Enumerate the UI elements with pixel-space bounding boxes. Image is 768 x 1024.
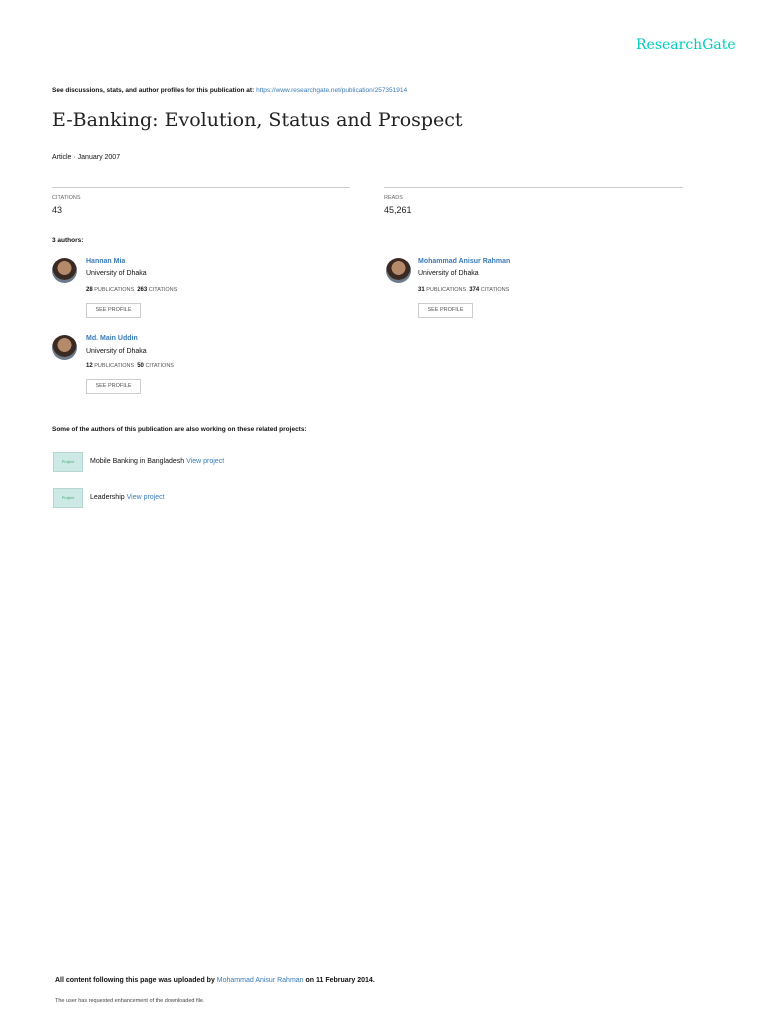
authors-heading: 3 authors: (52, 237, 84, 244)
see-profile-button[interactable]: SEE PROFILE (86, 303, 141, 318)
publications-count: 28 (86, 287, 93, 293)
reads-label: READS (384, 195, 403, 201)
project-folder-icon: Project (53, 488, 83, 508)
publication-url-link[interactable]: https://www.researchgate.net/publication… (256, 87, 407, 94)
author-avatar[interactable] (52, 335, 77, 360)
projects-heading: Some of the authors of this publication … (52, 426, 307, 433)
publication-meta: Article · January 2007 (52, 154, 121, 161)
citations-label: CITATIONS (480, 287, 510, 293)
author-affiliation: University of Dhaka (86, 348, 147, 355)
citations-count: 43 (52, 205, 63, 215)
author-name[interactable]: Mohammad Anisur Rahman (418, 258, 510, 265)
see-profile-button[interactable]: SEE PROFILE (86, 379, 141, 394)
citations-label: CITATIONS (145, 363, 174, 369)
author-stats: 31 PUBLICATIONS 374 CITATIONS (418, 287, 509, 293)
upload-suffix: on 11 February 2014. (305, 977, 375, 984)
view-project-link[interactable]: View project (186, 458, 224, 465)
upload-note: All content following this page was uplo… (55, 977, 375, 984)
citations-count: 374 (469, 287, 480, 293)
see-profile-button[interactable]: SEE PROFILE (418, 303, 473, 318)
citations-count: 263 (137, 287, 148, 293)
uploader-link[interactable]: Mohammad Anisur Rahman (217, 977, 304, 984)
discussion-text: See discussions, stats, and author profi… (52, 87, 255, 94)
discussion-line: See discussions, stats, and author profi… (52, 87, 407, 94)
author-name[interactable]: Md. Main Uddin (86, 335, 138, 342)
view-project-link[interactable]: View project (127, 494, 165, 501)
publications-label: PUBLICATIONS (94, 287, 135, 293)
project-item: Leadership View project (90, 494, 165, 501)
author-stats: 28 PUBLICATIONS 263 CITATIONS (86, 287, 177, 293)
cover-page: ResearchGate See discussions, stats, and… (0, 0, 768, 1024)
enhancement-note: The user has requested enhancement of th… (55, 998, 205, 1004)
citations-label: CITATIONS (148, 287, 178, 293)
project-item: Mobile Banking in Bangladesh View projec… (90, 458, 224, 465)
researchgate-logo[interactable]: ResearchGate (636, 37, 736, 53)
project-name: Leadership (90, 494, 125, 501)
publications-label: PUBLICATIONS (94, 363, 135, 369)
publications-count: 31 (418, 287, 425, 293)
citations-label: CITATIONS (52, 195, 81, 201)
publications-label: PUBLICATIONS (426, 287, 467, 293)
project-name: Mobile Banking in Bangladesh (90, 458, 185, 465)
author-stats: 12 PUBLICATIONS 50 CITATIONS (86, 363, 174, 369)
upload-prefix: All content following this page was uplo… (55, 977, 215, 984)
reads-count: 45,261 (384, 205, 412, 215)
citations-count: 50 (137, 363, 144, 369)
author-affiliation: University of Dhaka (418, 270, 479, 277)
author-avatar[interactable] (52, 258, 77, 283)
project-folder-icon: Project (53, 452, 83, 472)
author-affiliation: University of Dhaka (86, 270, 147, 277)
publications-count: 12 (86, 363, 93, 369)
author-name[interactable]: Hannan Mia (86, 258, 125, 265)
divider (384, 187, 683, 188)
publication-title: E-Banking: Evolution, Status and Prospec… (52, 109, 463, 131)
divider (52, 187, 350, 188)
author-avatar[interactable] (386, 258, 411, 283)
